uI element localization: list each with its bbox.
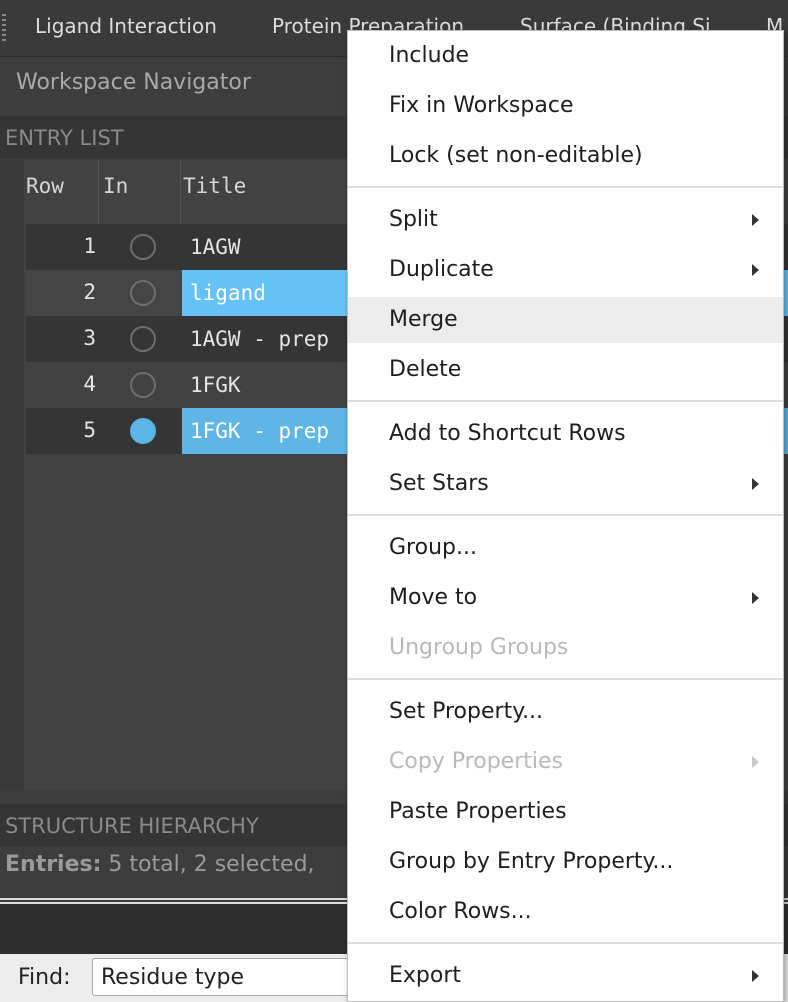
menu-item-label: Set Stars [389,471,489,496]
menu-item-label: Move to [389,585,478,610]
tab-ligand-interaction[interactable]: Ligand Interaction [35,14,217,38]
row-number: 5 [83,418,96,442]
menu-item-set-stars[interactable]: Set Stars [348,461,783,507]
menu-separator [348,942,783,944]
menu-separator [348,678,783,680]
menu-item-group[interactable]: Group... [348,525,783,571]
menu-item-label: Group by Entry Property... [389,849,674,874]
menu-item-lock[interactable]: Lock (set non-editable) [348,133,783,179]
menu-item-label: Split [389,207,438,232]
menu-item-include[interactable]: Include [348,33,783,79]
menu-item-ungroup-groups: Ungroup Groups [348,625,783,671]
include-toggle[interactable] [130,326,156,352]
submenu-arrow-icon [752,214,759,226]
menu-item-label: Fix in Workspace [389,93,574,118]
column-divider [98,160,99,224]
menu-item-paste-properties[interactable]: Paste Properties [348,789,783,835]
entries-label: Entries: [5,852,102,877]
menu-item-fix-in-workspace[interactable]: Fix in Workspace [348,83,783,129]
menu-item-set-property[interactable]: Set Property... [348,689,783,735]
submenu-arrow-icon [752,970,759,982]
menu-item-export[interactable]: Export [348,953,783,999]
include-toggle[interactable] [130,234,156,260]
row-number: 2 [83,280,96,304]
include-toggle[interactable] [130,418,156,444]
submenu-arrow-icon [752,592,759,604]
include-toggle[interactable] [130,280,156,306]
menu-item-color-rows[interactable]: Color Rows... [348,889,783,935]
menu-item-duplicate[interactable]: Duplicate [348,247,783,293]
menu-item-label: Export [389,963,462,988]
include-toggle[interactable] [130,372,156,398]
entry-list-label: ENTRY LIST [5,126,124,150]
menu-item-label: Ungroup Groups [389,635,569,660]
menu-item-label: Group... [389,535,477,560]
empty-circle-icon [130,234,156,260]
menu-item-label: Set Property... [389,699,544,724]
empty-circle-icon [130,372,156,398]
structure-hierarchy-label: STRUCTURE HIERARCHY [5,814,259,838]
menu-item-add-to-shortcut-rows[interactable]: Add to Shortcut Rows [348,411,783,457]
row-number: 3 [83,326,96,350]
row-gutter [0,160,24,790]
menu-item-label: Merge [389,307,458,332]
empty-circle-icon [130,326,156,352]
entries-status: Entries: 5 total, 2 selected, [5,852,315,877]
find-input[interactable] [92,958,372,996]
row-number: 4 [83,372,96,396]
menu-item-label: Delete [389,357,462,382]
submenu-arrow-icon [752,264,759,276]
menu-item-split[interactable]: Split [348,197,783,243]
row-number: 1 [83,234,96,258]
menu-item-label: Include [389,43,470,68]
submenu-arrow-icon [752,756,759,768]
column-divider [180,160,181,224]
menu-item-copy-properties: Copy Properties [348,739,783,785]
empty-circle-icon [130,280,156,306]
menu-separator [348,514,783,516]
menu-separator [348,186,783,188]
drag-grip-icon[interactable] [2,14,6,42]
filled-circle-icon [130,418,156,444]
submenu-arrow-icon [752,478,759,490]
column-header-in[interactable]: In [103,174,128,198]
menu-item-label: Add to Shortcut Rows [389,421,626,446]
menu-item-label: Paste Properties [389,799,567,824]
menu-item-label: Copy Properties [389,749,563,774]
menu-item-merge[interactable]: Merge [348,297,783,343]
menu-item-group-by-entry-property[interactable]: Group by Entry Property... [348,839,783,885]
menu-separator [348,400,783,402]
column-header-row[interactable]: Row [26,174,64,198]
menu-item-move-to[interactable]: Move to [348,575,783,621]
workspace-navigator-title: Workspace Navigator [16,70,251,95]
find-label: Find: [18,965,71,990]
column-header-title[interactable]: Title [183,174,246,198]
menu-item-label: Color Rows... [389,899,532,924]
entries-summary: 5 total, 2 selected, [101,852,315,877]
menu-item-delete[interactable]: Delete [348,347,783,393]
menu-item-label: Duplicate [389,257,494,282]
menu-item-label: Lock (set non-editable) [389,143,643,168]
context-menu: Include Fix in Workspace Lock (set non-e… [347,30,784,1002]
